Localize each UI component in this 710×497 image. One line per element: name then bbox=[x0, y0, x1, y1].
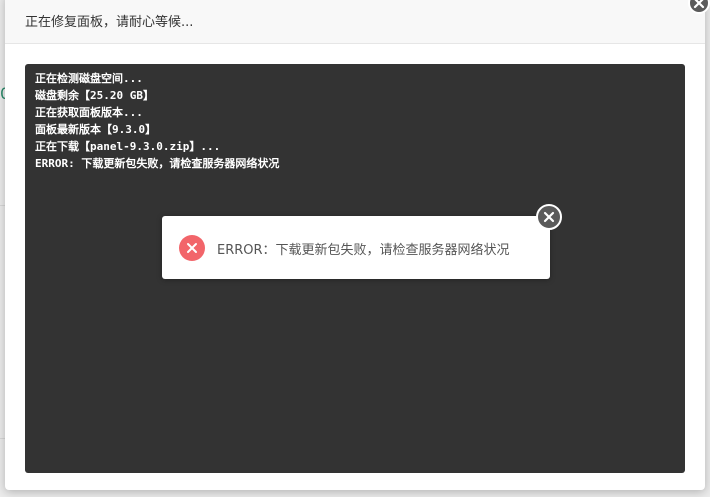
modal-close-icon[interactable] bbox=[688, 0, 710, 14]
toast-close-icon[interactable] bbox=[536, 204, 562, 230]
modal-title: 正在修复面板，请耐心等候... bbox=[25, 15, 194, 30]
modal-header: 正在修复面板，请耐心等候... bbox=[5, 0, 705, 44]
error-circle-icon bbox=[179, 235, 205, 261]
log-line: ERROR: 下载更新包失败，请检查服务器网络状况 bbox=[35, 157, 280, 170]
log-line: 面板最新版本【9.3.0】 bbox=[35, 123, 157, 136]
log-line: 正在下载【panel-9.3.0.zip】... bbox=[35, 140, 221, 153]
log-line: 磁盘剩余【25.20 GB】 bbox=[35, 89, 154, 102]
error-toast: ERROR：下载更新包失败，请检查服务器网络状况 bbox=[162, 204, 562, 279]
toast-message: ERROR：下载更新包失败，请检查服务器网络状况 bbox=[217, 243, 510, 258]
log-line: 正在获取面板版本... bbox=[35, 106, 143, 119]
log-line: 正在检测磁盘空间... bbox=[35, 72, 143, 85]
